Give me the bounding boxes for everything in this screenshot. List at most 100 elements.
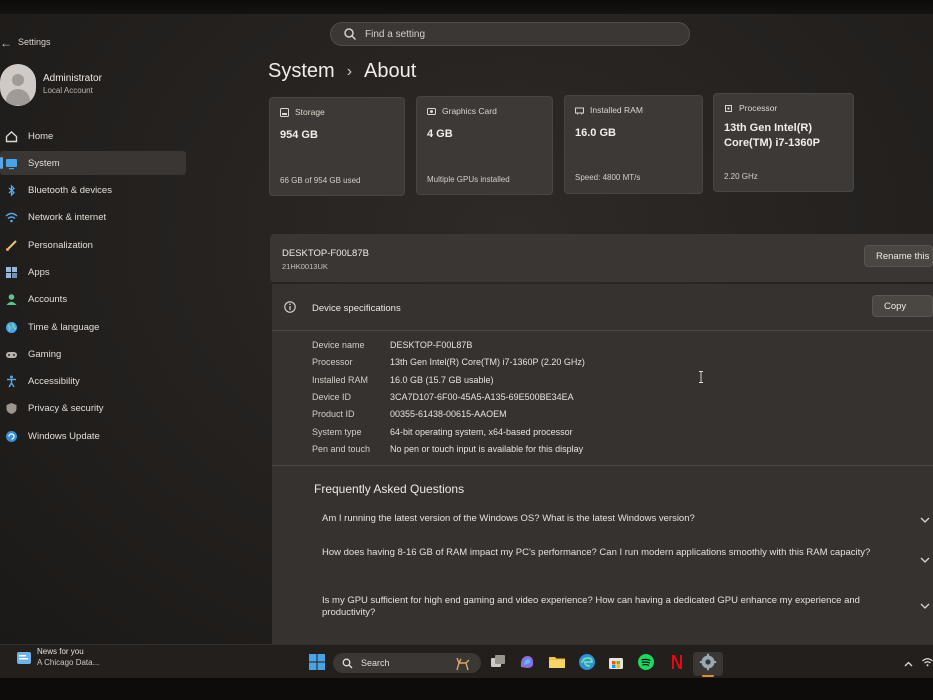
taskbar-search[interactable]: Search xyxy=(333,653,481,673)
info-icon xyxy=(284,301,296,313)
edge-browser-icon[interactable] xyxy=(578,653,596,671)
gamepad-icon xyxy=(4,347,18,361)
spotify-icon[interactable] xyxy=(637,653,655,671)
find-setting-search[interactable]: Find a setting xyxy=(330,22,690,46)
news-weather-icon[interactable] xyxy=(16,650,34,666)
sidebar-item-personalization[interactable]: Personalization xyxy=(0,233,186,257)
spec-value: 16.0 GB (15.7 GB usable) xyxy=(390,375,494,385)
settings-gear-icon[interactable] xyxy=(699,653,717,671)
faq-item[interactable]: Is my GPU sufficient for high end gaming… xyxy=(322,595,912,619)
ram-card-label-row: Installed RAM xyxy=(575,105,643,115)
device-specifications-header[interactable]: Device specifications xyxy=(272,284,933,331)
specs-title: Device specifications xyxy=(312,303,401,314)
sidebar-item-label: Privacy & security xyxy=(28,403,104,415)
sidebar-item-label: Accounts xyxy=(28,294,68,306)
accessibility-icon xyxy=(4,375,18,389)
sidebar-item-gaming[interactable]: Gaming xyxy=(0,342,186,366)
update-icon xyxy=(4,429,18,443)
faq-item[interactable]: Am I running the latest version of the W… xyxy=(322,513,912,525)
storage-card[interactable]: Storage 954 GB 66 GB of 954 GB used xyxy=(269,97,405,196)
chevron-down-icon[interactable] xyxy=(920,516,930,524)
graphics-card-label-row: Graphics Card xyxy=(427,106,497,116)
sidebar-item-apps[interactable]: Apps xyxy=(0,260,186,284)
storage-icon xyxy=(280,107,289,117)
copilot-icon[interactable] xyxy=(518,653,536,671)
sidebar-item-label: Personalization xyxy=(28,239,93,251)
sidebar-item-label: System xyxy=(28,157,60,169)
file-explorer-icon[interactable] xyxy=(548,653,566,671)
task-view-icon[interactable] xyxy=(489,653,507,671)
windows-start-icon[interactable] xyxy=(308,653,326,671)
apps-icon xyxy=(4,265,18,279)
globe-icon xyxy=(4,320,18,334)
sidebar-item-home[interactable]: Home xyxy=(0,124,186,148)
sidebar-item-label: Gaming xyxy=(28,348,62,360)
ram-card[interactable]: Installed RAM 16.0 GB Speed: 4800 MT/s xyxy=(564,95,703,194)
running-indicator xyxy=(702,675,714,677)
sidebar-item-label: Accessibility xyxy=(28,376,80,388)
wifi-icon[interactable] xyxy=(922,657,933,667)
spec-key: System type xyxy=(312,427,362,437)
spec-key: Processor xyxy=(312,357,353,367)
faq-item[interactable]: How does having 8-16 GB of RAM impact my… xyxy=(322,547,912,559)
spec-key: Installed RAM xyxy=(312,375,369,385)
rename-button[interactable]: Rename this xyxy=(864,245,933,267)
taskbar-search-label: Search xyxy=(361,658,390,668)
chevron-right-icon: › xyxy=(346,62,353,80)
processor-value-line2: Core(TM) i7-1360P xyxy=(724,137,820,149)
faq-question: How does having 8-16 GB of RAM impact my… xyxy=(322,547,871,558)
taskbar: News for you A Chicago Data... Search xyxy=(0,644,933,679)
news-title[interactable]: News for you xyxy=(37,647,84,656)
search-placeholder: Find a setting xyxy=(365,28,426,40)
processor-card[interactable]: Processor 13th Gen Intel(R) Core(TM) i7-… xyxy=(713,93,854,192)
graphics-sub: Multiple GPUs installed xyxy=(427,175,510,184)
spec-value: DESKTOP-F00L87B xyxy=(390,340,473,350)
breadcrumb-parent[interactable]: System xyxy=(268,60,335,83)
faq-question: Is my GPU sufficient for high end gaming… xyxy=(322,595,860,618)
processor-label: Processor xyxy=(739,103,778,113)
chevron-up-icon[interactable] xyxy=(904,661,913,667)
person-icon xyxy=(4,293,18,307)
copy-button[interactable]: Copy xyxy=(872,295,933,317)
ram-speed: Speed: 4800 MT/s xyxy=(575,173,641,182)
spec-value: No pen or touch input is available for t… xyxy=(390,444,584,454)
bluetooth-icon xyxy=(4,184,18,198)
breadcrumb: System › About xyxy=(268,60,416,83)
gpu-icon xyxy=(427,107,436,115)
spec-value: 00355-61438-00615-AAOEM xyxy=(390,409,507,419)
device-name-bar: DESKTOP-F00L87B 21HK0013UK xyxy=(270,234,933,282)
sidebar-item-windows-update[interactable]: Windows Update xyxy=(0,424,186,448)
account-type: Local Account xyxy=(43,86,93,95)
processor-speed: 2.20 GHz xyxy=(724,172,758,181)
device-specifications-panel: Device specifications Device name DESKTO… xyxy=(272,284,933,644)
storage-card-label-row: Storage xyxy=(280,107,325,117)
sidebar-item-network[interactable]: Network & internet xyxy=(0,206,186,230)
news-subtitle[interactable]: A Chicago Data... xyxy=(37,658,99,667)
faq-question: Am I running the latest version of the W… xyxy=(322,513,695,524)
sidebar-item-bluetooth[interactable]: Bluetooth & devices xyxy=(0,179,186,203)
sidebar-item-accounts[interactable]: Accounts xyxy=(0,288,186,312)
settings-window: ← Settings Find a setting Administrator … xyxy=(0,14,933,644)
chevron-down-icon[interactable] xyxy=(920,556,930,564)
sidebar-item-system[interactable]: System xyxy=(0,151,186,176)
wifi-icon xyxy=(4,211,18,225)
ram-icon xyxy=(575,107,584,114)
spec-value: 64-bit operating system, x64-based proce… xyxy=(390,427,573,437)
netflix-icon[interactable] xyxy=(667,653,685,671)
microsoft-store-icon[interactable] xyxy=(607,653,625,671)
ram-label: Installed RAM xyxy=(590,105,643,115)
sidebar-item-time-language[interactable]: Time & language xyxy=(0,315,186,339)
faq-title: Frequently Asked Questions xyxy=(314,482,465,496)
spec-key: Product ID xyxy=(312,409,355,419)
search-icon xyxy=(344,28,357,41)
back-arrow-icon[interactable]: ← xyxy=(0,36,12,50)
storage-label: Storage xyxy=(295,107,325,117)
avatar[interactable] xyxy=(0,64,36,106)
sidebar-item-accessibility[interactable]: Accessibility xyxy=(0,370,186,394)
graphics-card-card[interactable]: Graphics Card 4 GB Multiple GPUs install… xyxy=(416,96,553,195)
sidebar-item-privacy-security[interactable]: Privacy & security xyxy=(0,397,186,421)
chevron-down-icon[interactable] xyxy=(920,602,930,610)
spec-key: Device ID xyxy=(312,392,352,402)
home-icon xyxy=(4,129,18,143)
sidebar-nav: Home System Bluetooth & devices Network … xyxy=(0,124,186,452)
